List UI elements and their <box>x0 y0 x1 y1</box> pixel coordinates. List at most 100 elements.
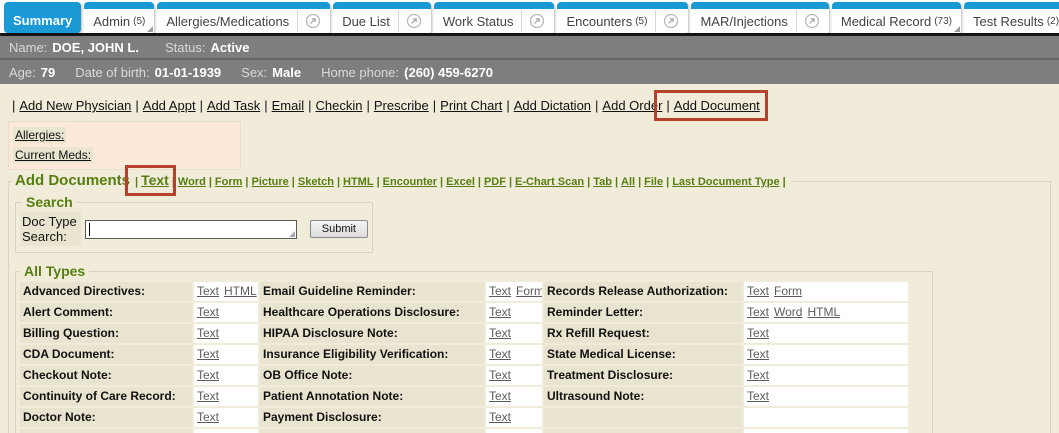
format-link-text[interactable]: Text <box>197 368 219 382</box>
tab-medical-record[interactable]: Medical Record(73) <box>832 2 961 33</box>
doc-type-label: Billing Question: <box>20 324 192 343</box>
patient-dob: 01-01-1939 <box>155 65 222 80</box>
popout-window-icon[interactable] <box>529 13 545 29</box>
format-link-text[interactable]: Text <box>489 410 511 424</box>
format-link-text[interactable]: Text <box>489 305 511 319</box>
link-separator: | <box>433 98 436 113</box>
link-separator: | <box>440 176 443 188</box>
doc-link-pdf[interactable]: PDF <box>484 176 506 188</box>
doc-link-e-chart-scan[interactable]: E-Chart Scan <box>515 176 584 188</box>
link-separator: | <box>478 176 481 188</box>
link-separator: | <box>209 176 212 188</box>
format-link-text[interactable]: Text <box>747 389 769 403</box>
doc-type-format-links: Text Word HTML <box>744 303 908 322</box>
action-link-add-document[interactable]: Add Document <box>674 98 760 113</box>
format-link-text[interactable]: Text <box>197 389 219 403</box>
link-separator: | <box>377 176 380 188</box>
doc-link-sketch[interactable]: Sketch <box>298 176 334 188</box>
action-link-print-chart[interactable]: Print Chart <box>440 98 502 113</box>
format-link-text[interactable]: Text <box>489 347 511 361</box>
tab-encounters[interactable]: Encounters(5) <box>557 2 688 33</box>
doc-link-file[interactable]: File <box>644 176 663 188</box>
format-link-text[interactable]: Text <box>197 284 219 298</box>
doc-link-picture[interactable]: Picture <box>251 176 288 188</box>
format-link-text[interactable]: Text <box>197 410 219 424</box>
doc-link-encounter[interactable]: Encounter <box>383 176 437 188</box>
add-documents-title: Add Documents <box>15 172 130 189</box>
format-link-form[interactable]: Form <box>516 284 542 298</box>
format-link-text[interactable]: Text <box>197 326 219 340</box>
tab-test-results[interactable]: Test Results(2) <box>964 2 1059 33</box>
format-link-text[interactable]: Text <box>489 368 511 382</box>
doc-type-format-links: Text <box>486 324 542 343</box>
format-link-text[interactable]: Text <box>197 347 219 361</box>
tab-admin[interactable]: Admin(5) <box>84 2 154 33</box>
popout-window-icon[interactable] <box>804 13 820 29</box>
tab-accent-strip <box>84 2 154 9</box>
link-separator: | <box>135 176 138 188</box>
tab-label: Due List <box>342 14 390 29</box>
doc-link-all[interactable]: All <box>621 176 635 188</box>
doc-type-label: Healthcare Operations Disclosure: <box>260 303 484 322</box>
format-link-html[interactable]: HTML <box>807 305 840 319</box>
current-meds-link[interactable]: Current Meds: <box>13 147 93 163</box>
action-link-add-dictation[interactable]: Add Dictation <box>514 98 591 113</box>
action-link-email[interactable]: Email <box>272 98 305 113</box>
doc-link-excel[interactable]: Excel <box>446 176 475 188</box>
doc-type-format-links: Text <box>194 366 258 385</box>
doc-type-format-links: Text <box>486 345 542 364</box>
resize-grip-icon[interactable] <box>289 231 295 237</box>
link-separator: | <box>264 98 267 113</box>
dropdown-corner-icon <box>954 26 960 32</box>
format-link-text[interactable]: Text <box>197 305 219 319</box>
action-link-add-new-physician[interactable]: Add New Physician <box>19 98 131 113</box>
doc-link-word[interactable]: Word <box>178 176 206 188</box>
doc-link-html[interactable]: HTML <box>343 176 374 188</box>
format-link-word[interactable]: Word <box>774 305 802 319</box>
doc-type-format-links: Text <box>194 408 258 427</box>
tab-count-badge: (2) <box>1047 16 1059 27</box>
format-link-text[interactable]: Text <box>489 284 511 298</box>
link-separator: | <box>783 176 786 188</box>
doc-link-tab[interactable]: Tab <box>593 176 612 188</box>
format-link-text[interactable]: Text <box>747 347 769 361</box>
format-link-text[interactable]: Text <box>747 326 769 340</box>
format-link-text[interactable]: Text <box>489 389 511 403</box>
action-link-add-task[interactable]: Add Task <box>207 98 260 113</box>
action-link-prescribe[interactable]: Prescribe <box>374 98 429 113</box>
allergies-link[interactable]: Allergies: <box>13 127 66 143</box>
doc-link-text[interactable]: Text <box>141 172 169 188</box>
popout-window-icon[interactable] <box>663 13 679 29</box>
phone-label: Home phone: <box>321 65 399 80</box>
doc-type-search-input[interactable] <box>85 220 297 239</box>
format-link-text[interactable]: Text <box>489 326 511 340</box>
doc-type-label: Doctor Note: <box>20 408 192 427</box>
action-link-add-order[interactable]: Add Order <box>602 98 662 113</box>
doc-type-format-links: Text <box>486 387 542 406</box>
tab-allergies-medications[interactable]: Allergies/Medications <box>157 2 330 33</box>
patient-name-bar: Name: DOE, JOHN L. Status: Active <box>0 36 1059 60</box>
action-link-checkin[interactable]: Checkin <box>316 98 363 113</box>
doc-type-label: OB Office Note: <box>260 366 484 385</box>
tab-work-status[interactable]: Work Status <box>434 2 555 33</box>
format-link-html[interactable]: HTML <box>224 284 257 298</box>
text-caret <box>89 223 90 236</box>
tab-accent-strip <box>557 2 688 9</box>
doc-link-form[interactable]: Form <box>215 176 243 188</box>
doc-type-format-links: Text <box>486 429 542 433</box>
doc-link-last-document-type[interactable]: Last Document Type <box>672 176 779 188</box>
tab-divider <box>655 10 656 32</box>
popout-window-icon[interactable] <box>305 13 321 29</box>
format-link-text[interactable]: Text <box>747 305 769 319</box>
tab-summary[interactable]: Summary <box>4 2 81 33</box>
format-link-form[interactable]: Form <box>774 284 802 298</box>
tab-due-list[interactable]: Due List <box>333 2 431 33</box>
submit-button[interactable]: Submit <box>310 220 368 238</box>
tab-mar-injections[interactable]: MAR/Injections <box>691 2 828 33</box>
popout-window-icon[interactable] <box>406 13 422 29</box>
format-link-text[interactable]: Text <box>747 368 769 382</box>
all-types-title: All Types <box>20 263 89 279</box>
action-link-add-appt[interactable]: Add Appt <box>143 98 196 113</box>
tab-label: Test Results <box>973 14 1044 29</box>
format-link-text[interactable]: Text <box>747 284 769 298</box>
